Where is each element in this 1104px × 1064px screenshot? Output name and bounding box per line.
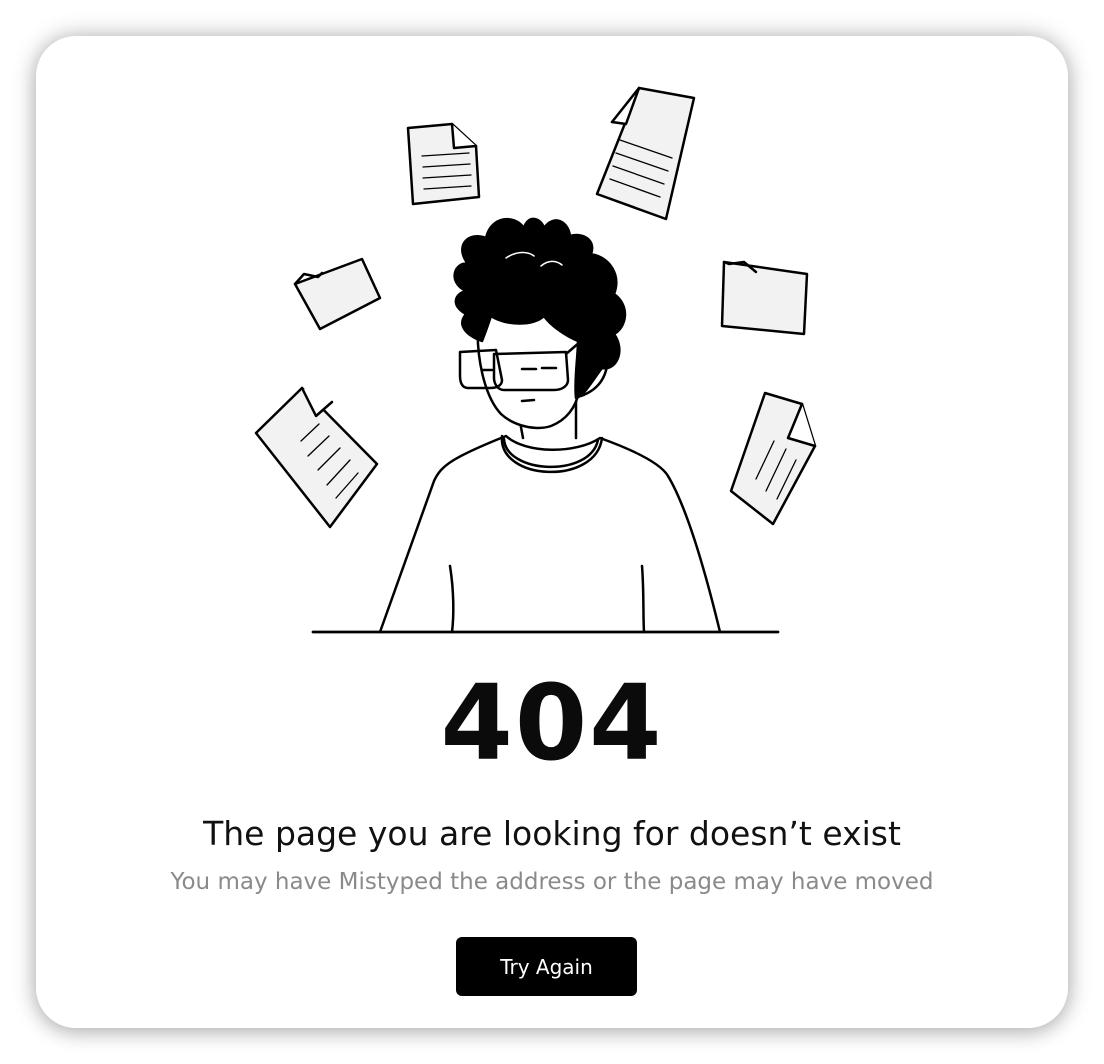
error-card: 404 The page you are looking for doesn’t… [36, 36, 1068, 1028]
error-title: The page you are looking for doesn’t exi… [203, 814, 901, 853]
error-subtitle: You may have Mistyped the address or the… [170, 869, 934, 895]
document-icon [406, 122, 481, 206]
document-icon [254, 386, 379, 529]
lost-person-illustration [254, 86, 817, 634]
error-code: 404 [440, 662, 664, 784]
folder-icon [720, 260, 809, 336]
try-again-button[interactable]: Try Again [456, 937, 637, 996]
person-figure [378, 217, 722, 634]
folder-icon [293, 257, 382, 331]
document-icon [595, 86, 696, 221]
document-icon [729, 391, 817, 526]
